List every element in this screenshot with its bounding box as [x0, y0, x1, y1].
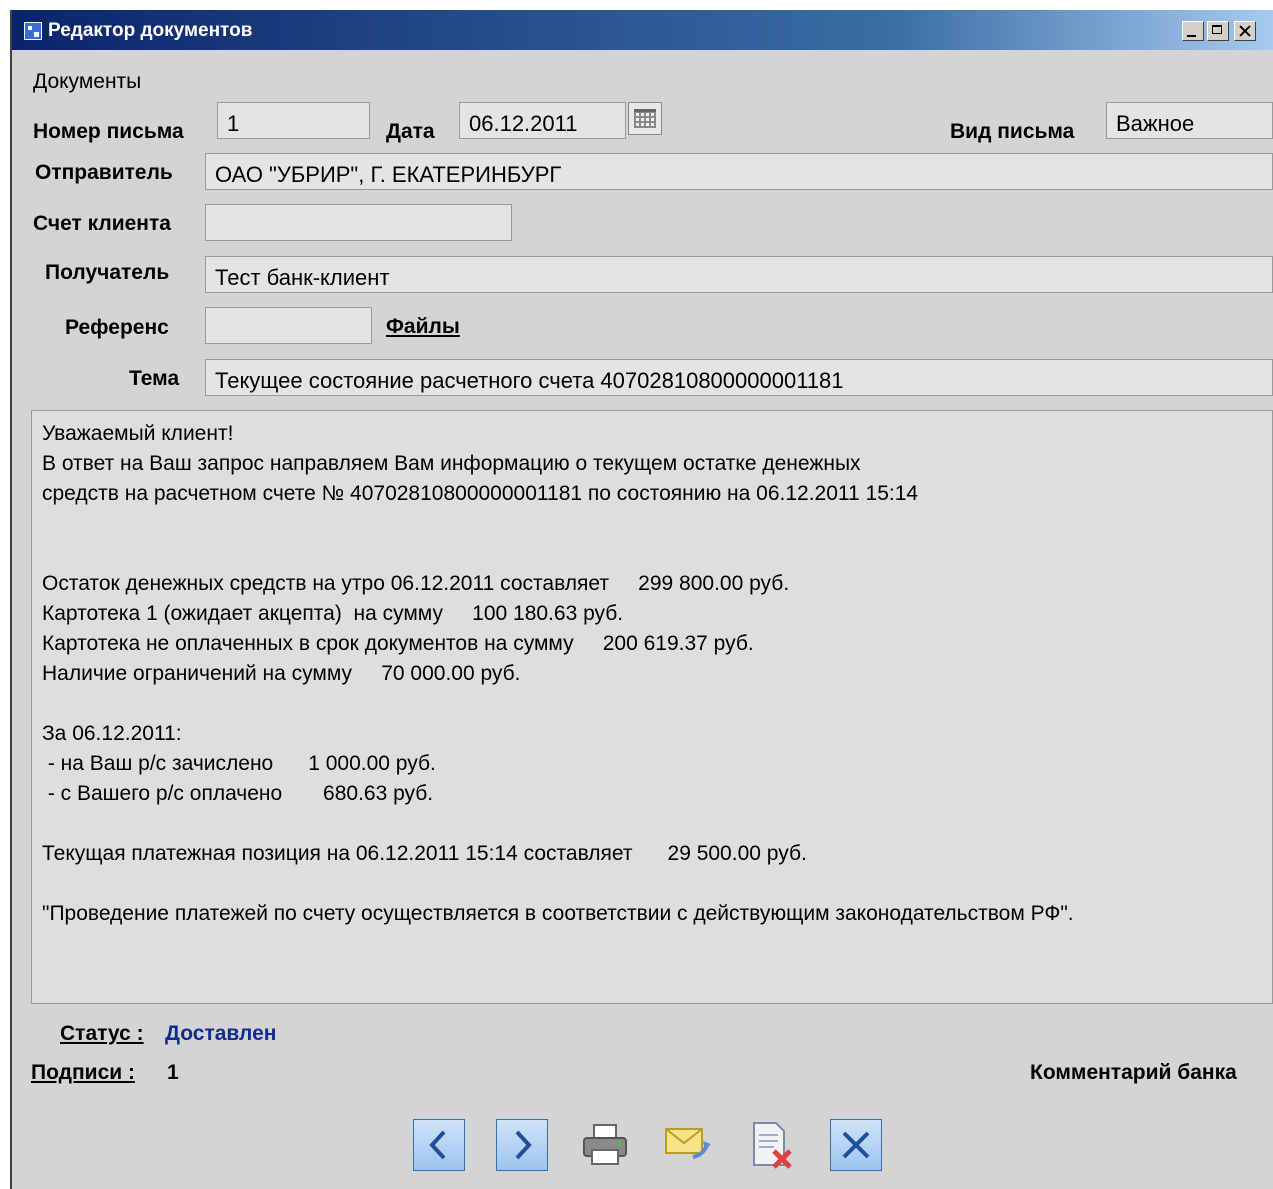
delete-document-button[interactable] — [746, 1119, 798, 1171]
app-icon — [24, 22, 42, 40]
subject-label: Тема — [129, 367, 180, 390]
print-icon — [583, 1124, 627, 1165]
close-button[interactable] — [830, 1119, 882, 1171]
send-mail-button[interactable] — [663, 1119, 715, 1171]
send-mail-icon — [665, 1128, 711, 1159]
sender-field[interactable]: ОАО "УБРИР", Г. ЕКАТЕРИНБУРГ — [205, 153, 1273, 190]
body-line: "Проведение платежей по счету осуществля… — [42, 902, 1074, 925]
body-line: В ответ на Ваш запрос направляем Вам инф… — [42, 452, 861, 475]
signatures-label[interactable]: Подписи : — [31, 1061, 135, 1085]
sender-label: Отправитель — [35, 161, 173, 184]
status-value: Доставлен — [165, 1022, 277, 1045]
body-line — [42, 809, 1272, 839]
body-line: Остаток денежных средств на утро 06.12.2… — [42, 572, 790, 595]
menu-documents[interactable]: Документы — [33, 70, 141, 94]
print-button[interactable] — [579, 1119, 631, 1171]
number-label: Номер письма — [33, 120, 184, 143]
calendar-icon — [634, 109, 656, 128]
body-line: средств на расчетном счете № 40702810800… — [42, 482, 919, 505]
body-line: Картотека не оплаченных в срок документо… — [42, 632, 754, 655]
body-line: Картотека 1 (ожидает акцепта) на сумму 1… — [42, 602, 624, 625]
delete-document-icon — [753, 1122, 792, 1169]
prev-icon — [429, 1130, 446, 1160]
account-field[interactable] — [205, 204, 512, 241]
files-link[interactable]: Файлы — [386, 315, 460, 339]
reference-label: Референс — [65, 316, 169, 339]
close-window-button[interactable] — [1234, 21, 1256, 41]
body-line: - с Вашего р/с оплачено 680.63 руб. — [42, 782, 434, 805]
recipient-field[interactable]: Тест банк-клиент — [205, 256, 1273, 293]
next-button[interactable] — [496, 1119, 548, 1171]
calendar-button[interactable] — [628, 102, 662, 135]
body-line — [42, 539, 1272, 569]
subject-field[interactable]: Текущее состояние расчетного счета 40702… — [205, 359, 1273, 396]
number-field[interactable]: 1 — [217, 102, 370, 139]
date-field[interactable]: 06.12.2011 — [459, 102, 626, 139]
body-line: Текущая платежная позиция на 06.12.2011 … — [42, 842, 807, 865]
minimize-button[interactable] — [1182, 21, 1204, 41]
letter-type-label: Вид письма — [950, 120, 1075, 143]
body-line: За 06.12.2011: — [42, 722, 182, 745]
letter-type-field[interactable]: Важное — [1106, 102, 1273, 139]
date-label: Дата — [386, 120, 435, 143]
body-line: - на Ваш р/с зачислено 1 000.00 руб. — [42, 752, 436, 775]
body-line — [42, 509, 1272, 539]
body-line: Уважаемый клиент! — [42, 422, 234, 445]
next-icon — [515, 1130, 532, 1160]
recipient-label: Получатель — [45, 261, 170, 284]
document-editor-window: Редактор документов Документы Номер пись… — [10, 10, 1273, 1189]
letter-body[interactable]: Уважаемый клиент! В ответ на Ваш запрос … — [31, 410, 1273, 1004]
body-line — [42, 689, 1272, 719]
close-icon — [842, 1131, 870, 1159]
maximize-button[interactable] — [1207, 21, 1229, 41]
body-line: Наличие ограничений на сумму 70 000.00 р… — [42, 662, 521, 685]
prev-button[interactable] — [413, 1119, 465, 1171]
title-bar: Редактор документов — [12, 10, 1273, 50]
body-line — [42, 869, 1272, 899]
status-label[interactable]: Статус : — [60, 1022, 144, 1046]
bank-comment-label[interactable]: Комментарий банка — [1030, 1061, 1237, 1085]
reference-field[interactable] — [205, 307, 372, 344]
account-label: Счет клиента — [33, 212, 171, 235]
window-title: Редактор документов — [48, 20, 253, 41]
signatures-count: 1 — [167, 1061, 179, 1084]
